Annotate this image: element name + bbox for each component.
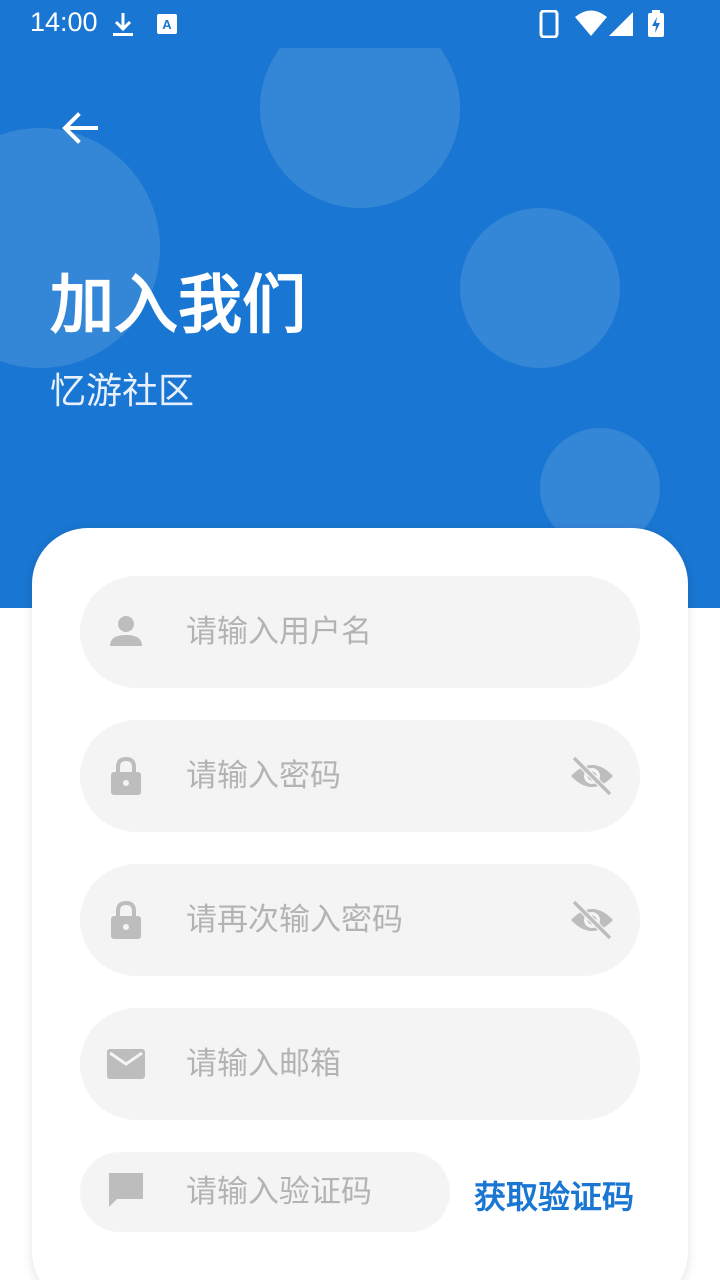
mail-icon (107, 1049, 145, 1079)
page-title: 加入我们 (50, 269, 306, 343)
download-icon (113, 13, 133, 36)
register-card: 获取验证码 (32, 528, 688, 1280)
arrow-left-icon[interactable] (56, 104, 104, 152)
username-field[interactable] (80, 576, 640, 688)
battery-charging-icon (648, 10, 664, 37)
email-input[interactable] (186, 1034, 546, 1094)
password-field[interactable] (80, 720, 640, 832)
lock-icon (111, 900, 141, 939)
decorative-circle (460, 208, 620, 368)
verification-code-field[interactable] (80, 1152, 450, 1232)
status-time: 14:00 (30, 7, 98, 37)
password-input[interactable] (186, 746, 546, 806)
lock-icon (111, 756, 141, 795)
phone-icon (539, 10, 559, 38)
verification-code-input[interactable] (186, 1162, 426, 1222)
status-bar: 14:00 A (0, 0, 720, 48)
username-input[interactable] (186, 602, 546, 662)
page-subtitle: 忆游社区 (50, 371, 195, 412)
eye-off-icon[interactable] (568, 898, 616, 942)
message-icon (109, 1173, 143, 1207)
person-icon (110, 616, 142, 646)
keyboard-a-icon: A (157, 14, 177, 34)
get-code-button[interactable]: 获取验证码 (474, 1172, 634, 1218)
signal-icon (609, 12, 633, 36)
eye-off-icon[interactable] (568, 754, 616, 798)
email-field[interactable] (80, 1008, 640, 1120)
svg-text:A: A (162, 17, 172, 32)
wifi-icon (575, 10, 607, 36)
confirm-password-input[interactable] (186, 890, 546, 950)
confirm-password-field[interactable] (80, 864, 640, 976)
